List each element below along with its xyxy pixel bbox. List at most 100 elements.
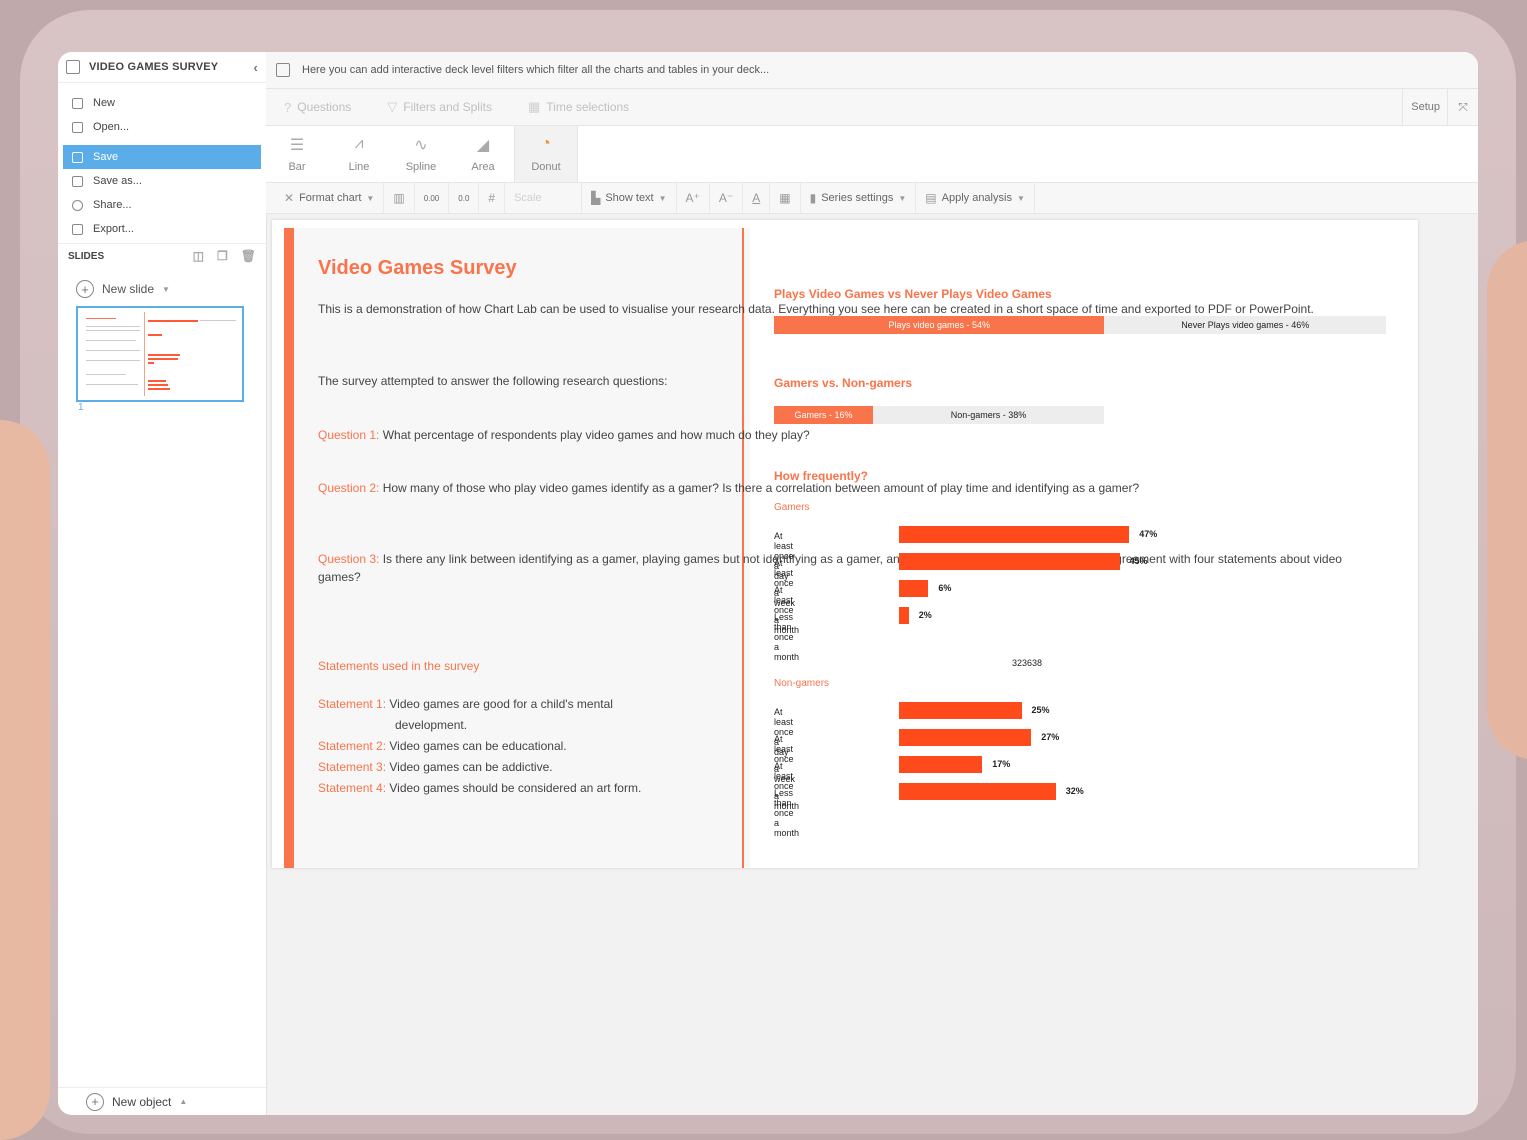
statements-heading: Statements used in the survey <box>318 659 480 673</box>
filter-bar[interactable]: Here you can add interactive deck level … <box>266 52 1478 89</box>
new-slide-button[interactable]: + New slide ▼ <box>58 268 266 310</box>
number-format-button[interactable]: # <box>479 183 506 213</box>
chart1-stacked-bar[interactable]: Plays video games - 54% Never Plays vide… <box>774 316 1386 334</box>
collapse-chevron-icon[interactable]: ‹ <box>253 60 258 75</box>
statement-1: Statement 1: Video games are good for a … <box>318 697 613 732</box>
stray-text: 323638 <box>1012 658 1043 668</box>
export-icon <box>72 223 83 235</box>
chart3-bar[interactable] <box>899 580 929 597</box>
chart3-bar[interactable] <box>899 553 1120 570</box>
chart3-bar[interactable] <box>899 607 909 624</box>
chart1-seg-plays[interactable]: Plays video games - 54% <box>774 316 1105 334</box>
font-size-decrease-button[interactable]: A⁻ <box>710 183 744 213</box>
chart3-title: How frequently? <box>774 469 869 483</box>
trash-icon[interactable]: 🗑 <box>241 249 256 263</box>
menu-save[interactable]: Save <box>63 145 261 169</box>
slide-thumbnail[interactable] <box>76 306 244 402</box>
chart-type-bar-button[interactable]: ☰ Bar <box>266 126 328 182</box>
filter-message: Here you can add interactive deck level … <box>302 64 770 76</box>
share-icon <box>72 199 83 211</box>
chart-type-spline-button[interactable]: ∿ Spline <box>390 126 452 182</box>
question-icon: ? <box>284 99 292 115</box>
spline-chart-icon: ∿ <box>414 137 428 154</box>
grid-icon: ▦ <box>779 191 791 205</box>
deck-title: VIDEO GAMES SURVEY <box>89 61 219 73</box>
duplicate-icon[interactable]: ❐ <box>217 249 228 263</box>
chart-type-donut-button[interactable]: ◔ Donut <box>514 126 578 182</box>
chart1-title: Plays Video Games vs Never Plays Video G… <box>774 287 1052 301</box>
font-color-button[interactable]: A <box>743 183 771 213</box>
chart-type-line-button[interactable]: ⩘ Line <box>328 126 390 182</box>
bar-chart-icon: ☰ <box>289 137 305 154</box>
chart-type-area-button[interactable]: ◢ Area <box>452 126 514 182</box>
menu-save-as[interactable]: Save as... <box>63 169 261 193</box>
format-icon: ✕ <box>284 191 295 205</box>
left-hand <box>0 420 50 1140</box>
menu-open[interactable]: Open... <box>63 115 261 139</box>
statement-4: Statement 4: Video games should be consi… <box>318 781 642 795</box>
chart4-bar[interactable] <box>899 729 1032 746</box>
chevron-up-icon: ▲ <box>179 1097 188 1106</box>
main-area: Here you can add interactive deck level … <box>266 52 1478 1115</box>
chart2-seg-nongamers[interactable]: Non-gamers - 38% <box>873 406 1104 424</box>
chart4-bar[interactable] <box>899 702 1022 719</box>
chart4-bar[interactable] <box>899 756 983 773</box>
decrease-decimals-button[interactable]: 0.0 <box>449 183 480 213</box>
slide-title: Video Games Survey <box>318 257 517 279</box>
calendar-icon: ▦ <box>527 99 541 114</box>
statements-list: Statement 1: Video games are good for a … <box>318 694 1380 799</box>
tab-time[interactable]: ▦ Time selections <box>510 99 647 115</box>
format-chart-menu[interactable]: ✕ Format chart ▼ <box>266 183 385 213</box>
collapse-icon[interactable]: ⤧ <box>1447 89 1478 125</box>
save-as-icon <box>72 175 83 187</box>
analysis-icon: ▤ <box>925 191 937 205</box>
chart2-seg-gamers[interactable]: Gamers - 16% <box>774 406 873 424</box>
menu-new[interactable]: New <box>63 91 261 115</box>
question-3: Question 3: Is there any link between id… <box>318 552 1342 584</box>
chart2-title: Gamers vs. Non-gamers <box>774 376 913 390</box>
deck-header: VIDEO GAMES SURVEY ‹ <box>58 52 266 83</box>
chart3-subtitle: Gamers <box>774 502 810 513</box>
app-screen: VIDEO GAMES SURVEY ‹ New Open... Save Sa… <box>58 52 1478 1115</box>
format-toolbar: ✕ Format chart ▼ ▥ 0.00 0.0 # Scale ▙ Show … <box>266 183 1478 214</box>
text-icon: ▙ <box>591 191 601 205</box>
area-chart-icon: ◢ <box>476 137 490 154</box>
chart1-seg-never[interactable]: Never Plays video games - 46% <box>1104 316 1386 334</box>
apply-analysis-menu[interactable]: ▤ Apply analysis ▼ <box>916 183 1035 213</box>
sidebar: VIDEO GAMES SURVEY ‹ New Open... Save Sa… <box>58 52 267 1115</box>
chart3-bar[interactable] <box>899 526 1130 543</box>
statement-3: Statement 3: Video games can be addictiv… <box>318 760 553 774</box>
slides-header: SLIDES ◫ ❐ 🗑 <box>58 243 266 268</box>
tab-questions[interactable]: ? Questions <box>266 100 369 115</box>
line-chart-icon: ⩘ <box>354 135 364 152</box>
increase-decimals-button[interactable]: 0.00 <box>415 183 450 213</box>
layout-icon[interactable]: ◫ <box>193 249 204 263</box>
new-file-icon <box>72 97 83 109</box>
folder-icon <box>72 121 83 133</box>
editor-tabs: ? Questions ▽ Filters and Splits ▦ Time sel… <box>266 89 1478 126</box>
chart-labels-icon: ▥ <box>393 191 405 205</box>
funnel-icon: ▽ <box>387 99 398 114</box>
filter-panel-icon <box>276 63 290 77</box>
deck-icon <box>66 60 80 74</box>
chart4-bar[interactable] <box>899 783 1056 800</box>
slide-canvas[interactable]: Video Games Survey This is a demonstrati… <box>272 220 1418 868</box>
gridlines-button[interactable]: ▦ <box>770 183 801 213</box>
setup-button[interactable]: Setup <box>1402 89 1448 125</box>
menu-export[interactable]: Export... <box>63 217 261 241</box>
menu-share[interactable]: Share... <box>63 193 261 217</box>
tab-filters[interactable]: ▽ Filters and Splits <box>369 99 510 115</box>
chart-type-bar: ☰ Bar ⩘ Line ∿ Spline ◢ Area ◔ Donut <box>266 126 1478 183</box>
scale-input[interactable]: Scale <box>505 183 583 213</box>
question-1: Question 1: What percentage of responden… <box>318 428 810 442</box>
save-icon <box>72 151 83 163</box>
data-labels-button[interactable]: ▥ <box>384 183 415 213</box>
slide-number: 1 <box>78 402 84 413</box>
new-object-button[interactable]: + New object ▲ <box>58 1087 266 1115</box>
chart2-stacked-bar[interactable]: Gamers - 16% Non-gamers - 38% <box>774 406 1104 424</box>
file-menu: New Open... Save Save as... Share... Exp… <box>58 83 266 241</box>
series-settings-menu[interactable]: ▮ Series settings ▼ <box>801 183 917 213</box>
show-text-menu[interactable]: ▙ Show text ▼ <box>582 183 677 213</box>
font-size-increase-button[interactable]: A⁺ <box>677 183 710 213</box>
chevron-down-icon: ▼ <box>162 284 170 294</box>
